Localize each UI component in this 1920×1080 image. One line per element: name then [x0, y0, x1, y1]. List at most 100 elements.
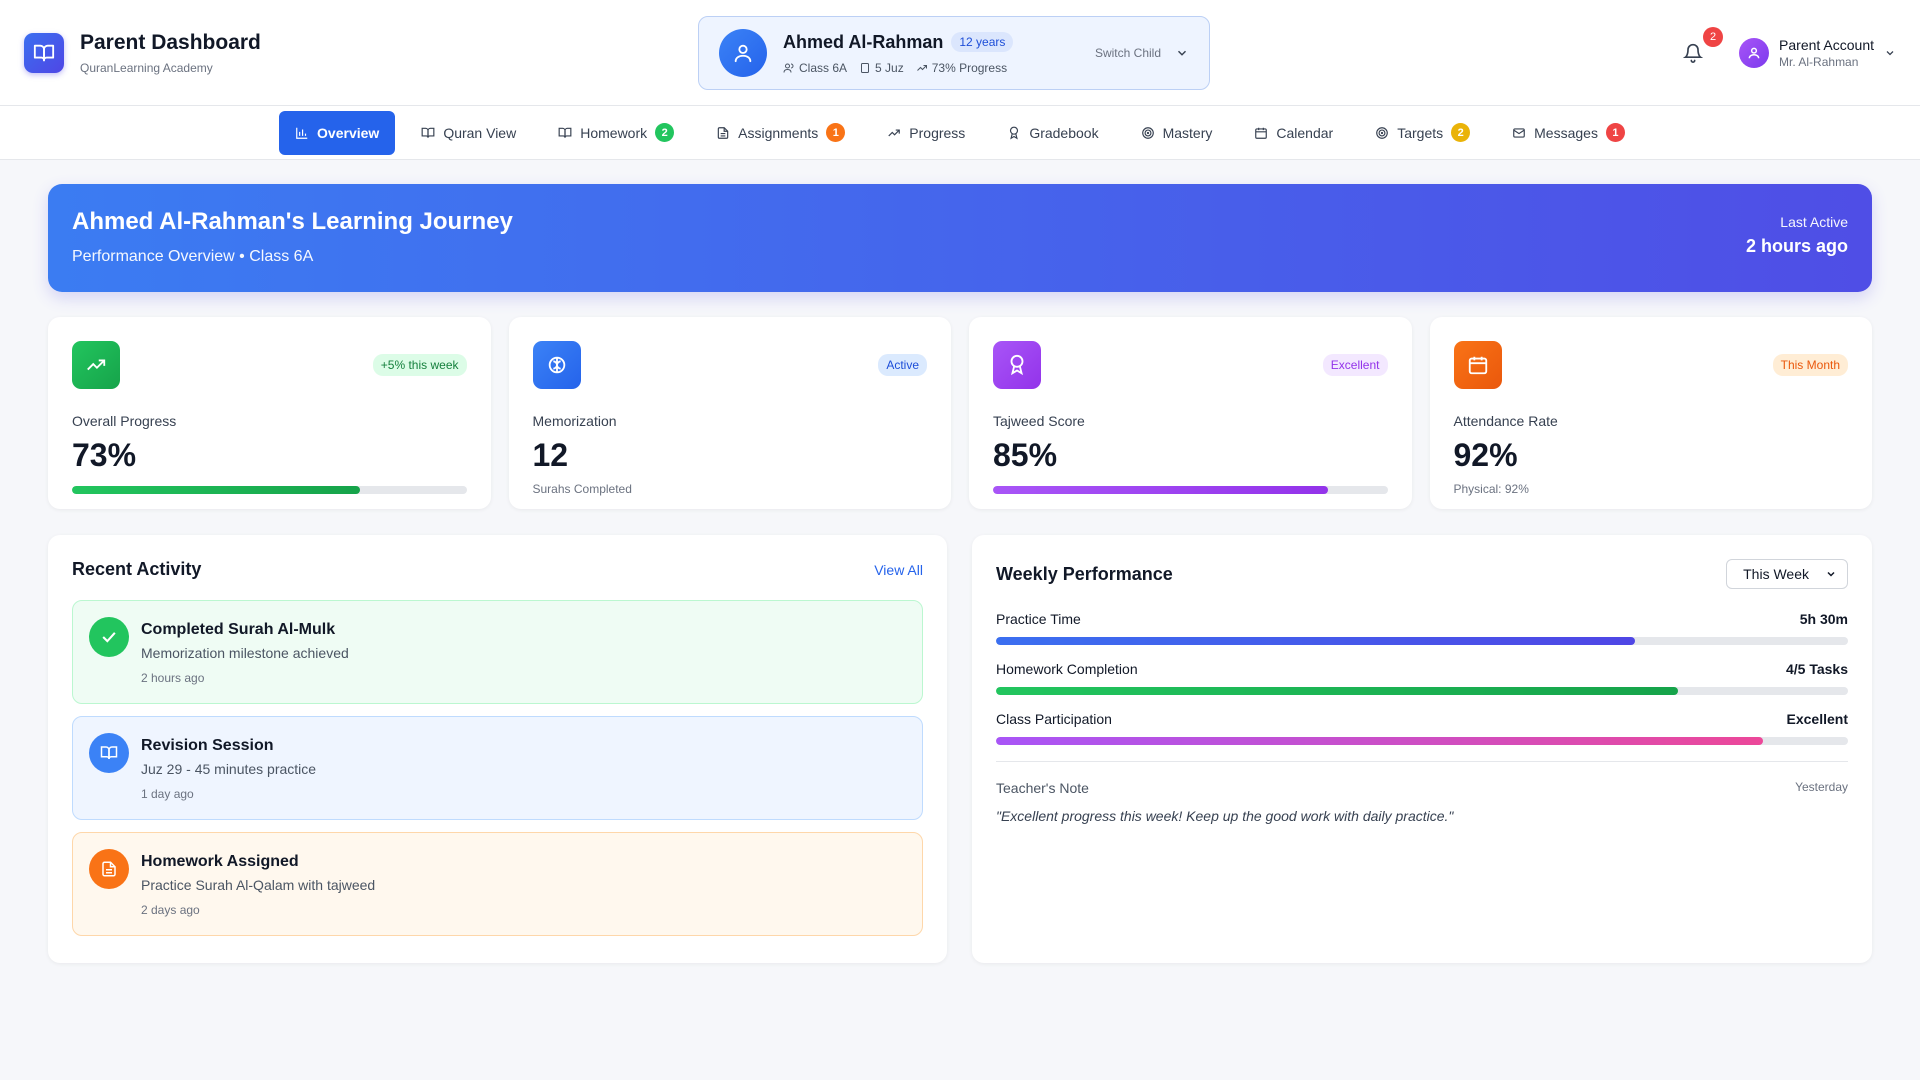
activity-time: 1 day ago: [141, 787, 194, 801]
activity-title: Completed Surah Al-Mulk: [141, 621, 336, 638]
book-icon: [24, 32, 64, 73]
progress-bar: [996, 737, 1848, 745]
trend-icon: [72, 341, 120, 389]
child-progress: 73% Progress: [931, 60, 1008, 75]
brand: Parent Dashboard QuranLearning Academy: [24, 31, 261, 75]
tab-label: Homework: [580, 124, 648, 141]
teacher-note-date: Yesterday: [1795, 780, 1848, 794]
stat-card-memorization: Active Memorization 12 Surahs Completed: [508, 317, 951, 509]
assignments-badge: 1: [826, 123, 846, 142]
tab-label: Gradebook: [1029, 124, 1099, 141]
users-icon: [783, 63, 794, 73]
activity-time: 2 days ago: [141, 903, 200, 917]
age-badge: 12 years: [951, 32, 1014, 52]
status-badge: This Month: [1772, 354, 1848, 376]
perf-row-homework-completion: Homework Completion 4/5 Tasks: [996, 661, 1848, 695]
avatar: [1739, 37, 1770, 68]
tab-calendar[interactable]: Calendar: [1238, 111, 1349, 155]
messages-badge: 1: [1605, 123, 1625, 142]
perf-value: Excellent: [1786, 711, 1848, 727]
app-header: Parent Dashboard QuranLearning Academy A…: [0, 0, 1920, 106]
tab-label: Targets: [1397, 124, 1444, 141]
list-item[interactable]: Homework Assigned Practice Surah Al-Qala…: [72, 832, 923, 936]
progress-bar-fill: [993, 486, 1329, 494]
stat-foot: Surahs Completed: [532, 482, 632, 496]
teacher-note-label: Teacher's Note: [996, 780, 1089, 796]
perf-value: 5h 30m: [1799, 611, 1848, 627]
child-name: Ahmed Al-Rahman: [783, 31, 944, 52]
period-select[interactable]: This Week: [1726, 559, 1848, 589]
book-icon: [558, 127, 572, 138]
stat-cards: +5% this week Overall Progress 73% Activ…: [48, 317, 1872, 509]
brain-icon: [532, 341, 581, 389]
tab-mastery[interactable]: Mastery: [1125, 111, 1229, 155]
notifications-button[interactable]: 2: [1681, 26, 1724, 65]
switch-child-button[interactable]: Switch Child: [1095, 46, 1189, 60]
award-icon: [1010, 126, 1019, 139]
status-badge: Excellent: [1322, 354, 1388, 376]
activity-desc: Juz 29 - 45 minutes practice: [141, 761, 317, 777]
account-menu[interactable]: Parent Account Mr. Al-Rahman: [1739, 37, 1896, 69]
perf-label: Homework Completion: [996, 661, 1138, 677]
progress-bar-fill: [72, 486, 360, 494]
perf-value: 4/5 Tasks: [1785, 661, 1848, 677]
tab-label: Overview: [317, 124, 380, 141]
academy-name: QuranLearning Academy: [80, 60, 213, 75]
chevron-down-icon: [1827, 571, 1835, 577]
last-active-label: Last Active: [1780, 214, 1848, 230]
book-icon: [89, 733, 129, 773]
notification-badge: 2: [1703, 26, 1724, 47]
stat-label: Overall Progress: [72, 413, 177, 429]
switch-child-label: Switch Child: [1094, 46, 1161, 60]
activity-title: Homework Assigned: [141, 853, 299, 870]
list-item[interactable]: Revision Session Juz 29 - 45 minutes pra…: [72, 716, 923, 820]
tab-label: Progress: [909, 124, 966, 141]
target-icon: [1376, 126, 1389, 139]
tab-assignments[interactable]: Assignments 1: [700, 111, 861, 155]
document-icon: [89, 849, 129, 889]
perf-row-class-participation: Class Participation Excellent: [996, 711, 1848, 745]
stat-card-overall-progress: +5% this week Overall Progress 73%: [48, 317, 491, 509]
account-name: Parent Account: [1779, 36, 1874, 53]
last-active-value: 2 hours ago: [1745, 236, 1848, 256]
tab-quran-view[interactable]: Quran View: [405, 111, 532, 155]
target-icon: [1141, 126, 1154, 139]
hero-subtitle: Performance Overview • Class 6A: [72, 248, 314, 265]
tab-gradebook[interactable]: Gradebook: [991, 111, 1114, 155]
progress-bar-fill: [996, 637, 1635, 645]
perf-label: Class Participation: [996, 711, 1112, 727]
child-selector[interactable]: Ahmed Al-Rahman 12 years Class 6A 5 Juz …: [698, 16, 1210, 90]
teacher-note-text: "Excellent progress this week! Keep up t…: [996, 808, 1454, 824]
trend-icon: [916, 64, 927, 71]
stat-value: 85%: [993, 437, 1058, 473]
book-icon: [861, 62, 870, 73]
main-nav: Overview Quran View Homework 2 Assignmen…: [0, 106, 1920, 160]
child-juz: 5 Juz: [875, 60, 904, 75]
divider: [996, 761, 1848, 762]
weekly-performance-panel: Weekly Performance This Week Practice Ti…: [972, 535, 1872, 963]
tab-overview[interactable]: Overview: [279, 110, 396, 155]
bell-icon: [1683, 43, 1704, 63]
tab-messages[interactable]: Messages 1: [1496, 111, 1641, 155]
activity-desc: Practice Surah Al-Qalam with tajweed: [141, 877, 376, 893]
tab-label: Assignments: [738, 124, 819, 141]
homework-badge: 2: [655, 123, 675, 142]
account-sub: Mr. Al-Rahman: [1779, 54, 1859, 69]
list-item[interactable]: Completed Surah Al-Mulk Memorization mil…: [72, 600, 923, 704]
tab-homework[interactable]: Homework 2: [542, 111, 690, 155]
tab-progress[interactable]: Progress: [871, 111, 981, 155]
hero-title: Ahmed Al-Rahman's Learning Journey: [72, 208, 513, 235]
tab-label: Messages: [1534, 124, 1598, 141]
page-title: Parent Dashboard: [80, 30, 261, 54]
progress-bar-fill: [996, 737, 1763, 745]
activity-title: Revision Session: [141, 737, 274, 754]
progress-bar-fill: [996, 687, 1678, 695]
award-icon: [993, 341, 1041, 389]
trend-icon: [888, 129, 901, 136]
view-all-link[interactable]: View All: [874, 562, 923, 578]
stat-label: Tajweed Score: [993, 413, 1085, 429]
tab-targets[interactable]: Targets 2: [1359, 111, 1486, 155]
stat-label: Memorization: [532, 413, 617, 429]
period-select-value: This Week: [1743, 566, 1809, 582]
panel-title: Weekly Performance: [996, 563, 1173, 584]
